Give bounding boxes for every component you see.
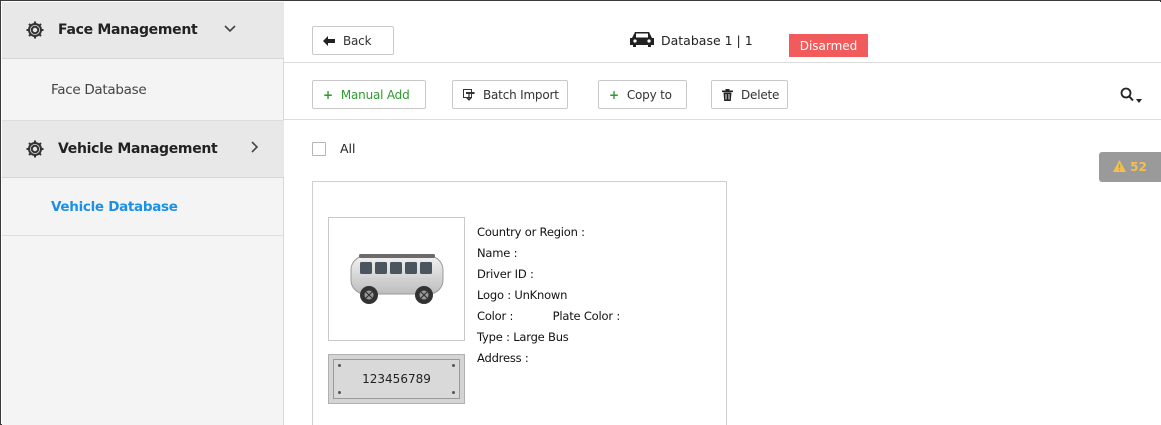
vehicle-list-panel: All 52 123456789 Country or Region: Nam… [284,120,1161,425]
delete-button[interactable]: Delete [711,80,788,109]
sidebar-group-label: Vehicle Management [58,141,218,157]
trash-icon [722,88,733,101]
warning-icon [1113,159,1127,175]
field-plate-color: Plate Color : [552,309,621,323]
back-label: Back [343,33,372,48]
sidebar-item-vehicle-database[interactable]: Vehicle Database [2,178,284,236]
field-address: Address : [477,351,529,365]
plus-icon: + [323,87,333,102]
vehicle-info: Country or Region : Name : Driver ID : L… [477,222,620,369]
alarm-badge[interactable]: 52 [1099,152,1161,182]
copy-to-button[interactable]: + Copy to [598,80,687,109]
sidebar-group-face-management[interactable]: Face Management [2,2,284,59]
delete-label: Delete [741,87,780,102]
field-type: Type : Large Bus [477,330,569,344]
sidebar-group-vehicle-management[interactable]: Vehicle Management [2,121,284,178]
sidebar-item-face-database[interactable]: Face Database [2,59,284,121]
vehicle-photo [328,217,465,341]
vehicle-card[interactable]: 123456789 Country or Region : Name : Dri… [312,181,727,425]
status-badge: Disarmed [789,34,868,57]
batch-import-label: Batch Import [483,87,559,102]
copy-to-label: Copy to [626,87,672,102]
back-button[interactable]: Back [312,26,394,55]
field-country-region: Country or Region : [477,225,585,239]
plus-icon: + [609,87,619,102]
field-logo: Logo : UnKnown [477,288,568,302]
gear-icon [24,19,46,41]
chevron-down-icon [1136,91,1142,106]
header-bar: Back Database 1 | 1 Disarmed [284,2,1161,63]
chevron-down-icon [224,21,236,37]
arrow-left-icon [323,35,335,46]
sidebar-group-label: Face Management [58,22,198,38]
database-title: Database 1 | 1 [629,30,753,51]
alarm-count: 52 [1130,160,1147,174]
chevron-right-icon [251,141,259,157]
manual-add-label: Manual Add [340,87,410,102]
manual-add-button[interactable]: + Manual Add [312,80,426,109]
select-all-label: All [340,141,356,156]
gear-icon [24,138,46,160]
import-icon [463,88,475,101]
database-name: Database 1 | 1 [661,33,753,48]
select-all[interactable]: All [312,141,356,156]
field-color: Color : [477,309,514,323]
batch-import-button[interactable]: Batch Import [452,80,568,109]
toolbar: + Manual Add Batch Import + Copy to Dele… [284,63,1161,120]
car-icon [629,30,655,51]
field-color-row: Color : Plate Color : [477,306,620,327]
field-driver-id: Driver ID : [477,267,534,281]
field-name: Name : [477,246,518,260]
app-frame: Face Management Face Database Vehicle Ma… [0,0,1161,425]
sidebar: Face Management Face Database Vehicle Ma… [2,2,284,425]
search-button[interactable] [1120,85,1142,106]
search-icon [1120,87,1134,105]
plate-number: 123456789 [362,372,431,386]
bus-icon [350,254,443,304]
license-plate: 123456789 [328,354,465,404]
select-all-checkbox[interactable] [312,141,326,156]
